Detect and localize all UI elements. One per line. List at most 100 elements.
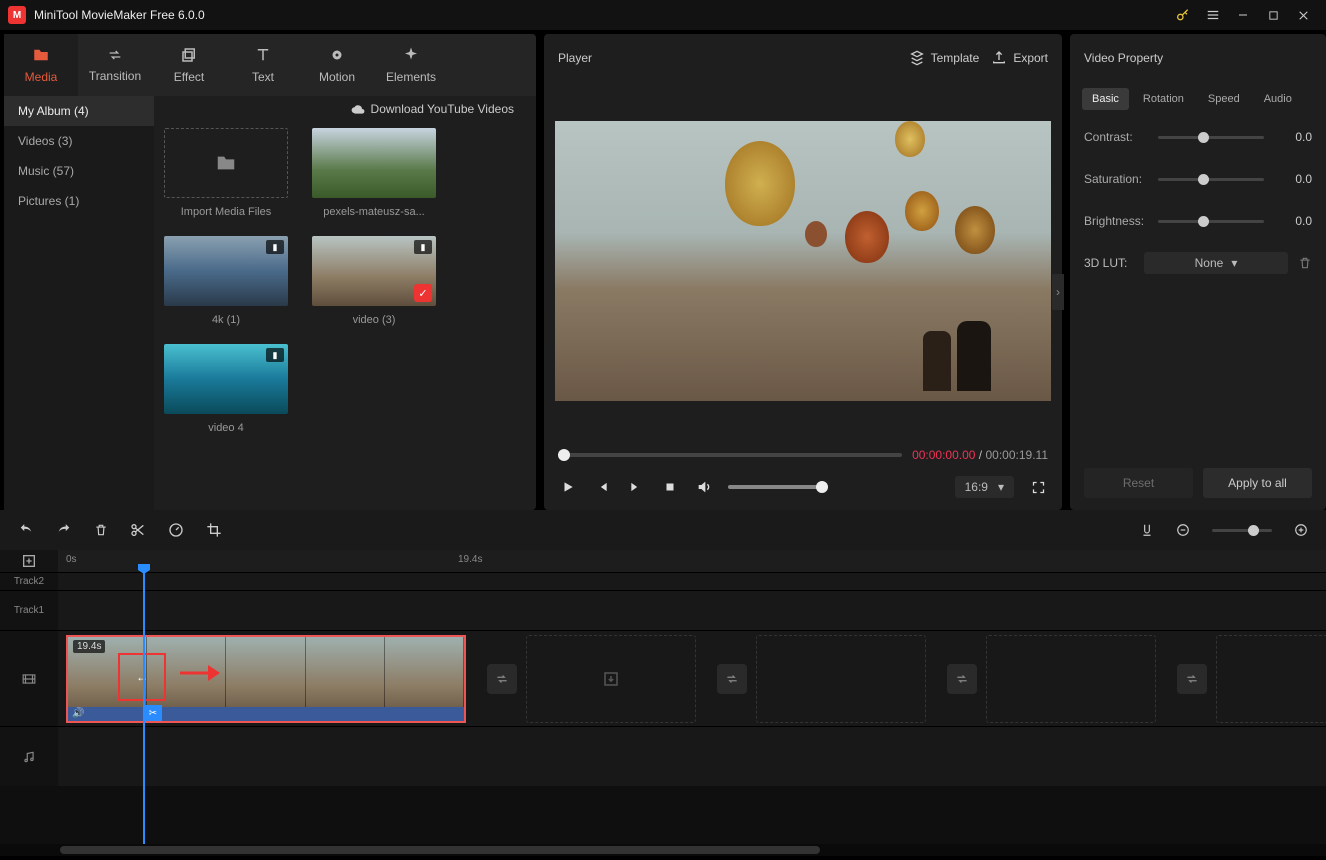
menu-icon[interactable]: [1198, 0, 1228, 30]
track-label: Track1: [0, 591, 58, 630]
sidebar-item-pictures[interactable]: Pictures (1): [4, 186, 154, 216]
transition-slot-icon[interactable]: [1177, 664, 1207, 694]
empty-clip-slot[interactable]: [756, 635, 926, 723]
fullscreen-button[interactable]: [1028, 477, 1048, 497]
transition-slot-icon[interactable]: [487, 664, 517, 694]
empty-clip-slot[interactable]: [526, 635, 696, 723]
export-label: Export: [1013, 51, 1048, 65]
volume-slider[interactable]: [728, 485, 828, 489]
annotation-arrow-icon: [178, 661, 228, 685]
media-panel: Media Transition Effect Text Motion Elem…: [4, 34, 536, 510]
lut-value: None: [1195, 256, 1224, 270]
media-item[interactable]: ▮ 4k (1): [164, 236, 288, 326]
transition-slot-icon[interactable]: [947, 664, 977, 694]
minimize-button[interactable]: [1228, 0, 1258, 30]
prop-tab-basic[interactable]: Basic: [1082, 88, 1129, 110]
ribbon-tab-elements[interactable]: Elements: [374, 34, 448, 96]
redo-button[interactable]: [56, 523, 72, 537]
sidebar-item-music[interactable]: Music (57): [4, 156, 154, 186]
crop-button[interactable]: [206, 522, 222, 538]
ruler-tick: 0s: [66, 554, 77, 565]
prev-frame-button[interactable]: [592, 477, 612, 497]
transition-slot-icon[interactable]: [717, 664, 747, 694]
add-track-button[interactable]: [0, 550, 58, 572]
folder-icon: [31, 46, 51, 64]
cloud-download-icon: [351, 102, 365, 116]
speed-button[interactable]: [168, 522, 184, 538]
ruler-tick: 19.4s: [458, 554, 482, 565]
chevron-down-icon: ▾: [998, 480, 1004, 494]
preview-video[interactable]: [555, 121, 1051, 401]
prop-tab-rotation[interactable]: Rotation: [1133, 88, 1194, 110]
empty-clip-slot[interactable]: [986, 635, 1156, 723]
player-scrubber[interactable]: [558, 453, 902, 457]
media-item-label: pexels-mateusz-sa...: [323, 206, 424, 218]
swap-icon: [105, 47, 125, 63]
download-youtube-link[interactable]: Download YouTube Videos: [164, 96, 526, 122]
preview-area: [544, 82, 1062, 440]
prop-tab-speed[interactable]: Speed: [1198, 88, 1250, 110]
stop-button[interactable]: [660, 477, 680, 497]
speaker-icon: 🔊: [72, 708, 84, 719]
ribbon-tab-effect[interactable]: Effect: [152, 34, 226, 96]
saturation-label: Saturation:: [1084, 172, 1148, 186]
export-button[interactable]: Export: [991, 50, 1048, 66]
titlebar: M MiniTool MovieMaker Free 6.0.0: [0, 0, 1326, 30]
license-key-icon[interactable]: [1168, 0, 1198, 30]
ribbon-tab-transition[interactable]: Transition: [78, 34, 152, 96]
total-time: 00:00:19.11: [985, 448, 1048, 462]
timeline-panel: 0s 19.4s Track2 Track1 19.4s 🔊 ↔: [0, 510, 1326, 856]
saturation-slider[interactable]: [1158, 178, 1264, 181]
sidebar-item-my-album[interactable]: My Album (4): [4, 96, 154, 126]
apply-all-button[interactable]: Apply to all: [1203, 468, 1312, 498]
video-clip[interactable]: 19.4s 🔊 ↔ ✂: [66, 635, 466, 723]
audio-track-icon: [0, 727, 58, 786]
expand-properties-button[interactable]: ›: [1052, 274, 1064, 310]
zoom-slider[interactable]: [1212, 529, 1272, 532]
media-item[interactable]: ▮ ✓ video (3): [312, 236, 436, 326]
lut-select[interactable]: None ▾: [1144, 252, 1288, 274]
video-badge-icon: ▮: [266, 240, 284, 254]
maximize-button[interactable]: [1258, 0, 1288, 30]
media-item[interactable]: ▮ video 4: [164, 344, 288, 434]
app-title: MiniTool MovieMaker Free 6.0.0: [34, 8, 1168, 22]
zoom-out-button[interactable]: [1176, 523, 1190, 537]
delete-lut-button[interactable]: [1298, 256, 1312, 270]
playhead[interactable]: [143, 572, 145, 844]
reset-button[interactable]: Reset: [1084, 468, 1193, 498]
ribbon-tab-label: Text: [252, 70, 274, 84]
video-track-icon: [0, 631, 58, 726]
template-label: Template: [931, 51, 980, 65]
ribbon-tab-text[interactable]: Text: [226, 34, 300, 96]
delete-button[interactable]: [94, 522, 108, 538]
empty-clip-slot[interactable]: [1216, 635, 1326, 723]
undo-button[interactable]: [18, 523, 34, 537]
ribbon-tab-motion[interactable]: Motion: [300, 34, 374, 96]
media-item[interactable]: pexels-mateusz-sa...: [312, 128, 436, 218]
contrast-slider[interactable]: [1158, 136, 1264, 139]
ribbon-tab-media[interactable]: Media: [4, 34, 78, 96]
timeline-scrollbar[interactable]: [0, 844, 1326, 856]
aspect-ratio-select[interactable]: 16:9 ▾: [955, 476, 1014, 498]
split-handle[interactable]: ✂: [144, 705, 162, 723]
close-button[interactable]: [1288, 0, 1318, 30]
split-button[interactable]: [130, 522, 146, 538]
video-badge-icon: ▮: [414, 240, 432, 254]
trim-handle-annotation: ↔: [118, 653, 166, 701]
player-title: Player: [558, 51, 897, 65]
timeline-ruler[interactable]: 0s 19.4s: [0, 550, 1326, 572]
zoom-in-button[interactable]: [1294, 523, 1308, 537]
next-frame-button[interactable]: [626, 477, 646, 497]
media-item-label: video 4: [208, 422, 243, 434]
volume-button[interactable]: [694, 477, 714, 497]
import-media-card[interactable]: Import Media Files: [164, 128, 288, 218]
lut-label: 3D LUT:: [1084, 256, 1134, 270]
media-item-label: 4k (1): [212, 314, 240, 326]
brightness-slider[interactable]: [1158, 220, 1264, 223]
ribbon-tab-label: Transition: [89, 69, 141, 83]
prop-tab-audio[interactable]: Audio: [1254, 88, 1302, 110]
snap-button[interactable]: [1140, 522, 1154, 538]
sidebar-item-videos[interactable]: Videos (3): [4, 126, 154, 156]
template-button[interactable]: Template: [909, 50, 980, 66]
play-button[interactable]: [558, 477, 578, 497]
